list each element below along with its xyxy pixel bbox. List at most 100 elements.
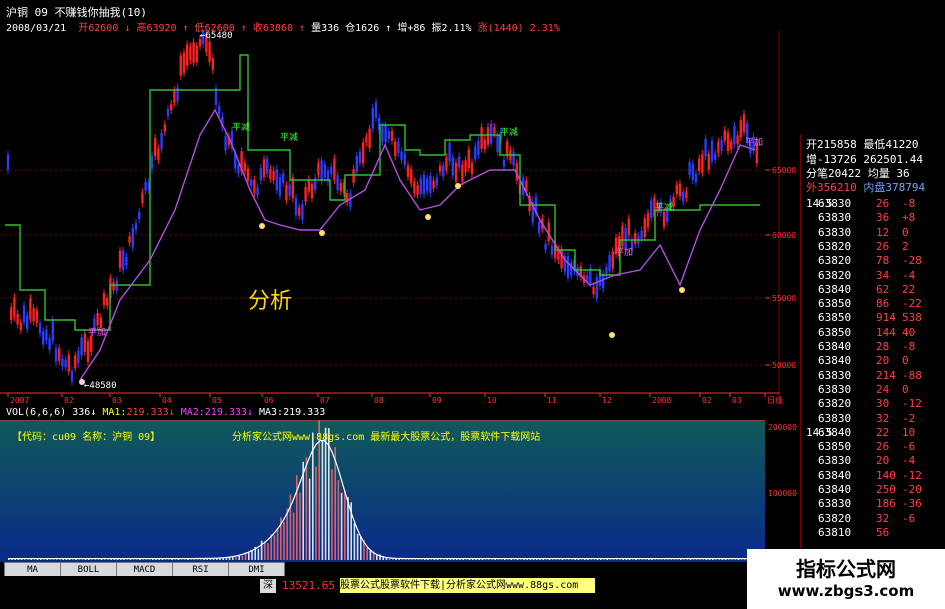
tick-volume: 28	[876, 340, 890, 353]
tick-change: -22	[902, 297, 922, 311]
ticker-marquee[interactable]: 股票公式股票软件下载|分析家公式网www.88gs.com	[340, 578, 595, 593]
candle-body	[739, 120, 742, 138]
window-title: 沪铜 09 不赚钱你抽我(10)	[6, 6, 147, 19]
index-value: 13521.65	[282, 579, 335, 592]
open-label: 开	[78, 23, 89, 34]
candle-body	[48, 338, 51, 350]
tick-row: 63830 20 -4	[806, 454, 918, 468]
candle-body	[269, 169, 272, 179]
low-marker: ←48580	[84, 381, 117, 391]
tick-volume: 30	[876, 397, 890, 411]
tick-row: 63830 186 -36	[806, 497, 922, 511]
tick-price: 63840	[818, 282, 852, 296]
volume-bar	[257, 548, 260, 560]
signal-label: 平减	[232, 121, 250, 133]
signal-dot	[609, 332, 615, 338]
candle-body	[141, 192, 144, 204]
volume-bar	[270, 534, 272, 560]
signal-dot	[425, 214, 431, 220]
candle-body	[250, 179, 253, 187]
tick-price: 63840	[818, 483, 852, 496]
volume-bar	[356, 533, 359, 560]
signal-label: 平减	[655, 201, 673, 213]
oi-value: 1626	[355, 23, 380, 34]
tick-price: 63830	[818, 497, 852, 511]
candle-body	[246, 168, 250, 182]
tick-row: 63840 20 0	[806, 354, 918, 368]
signal-dot	[319, 230, 325, 236]
x-tick-label: 日线	[767, 395, 783, 405]
x-tick-label: 08	[374, 396, 384, 405]
candle-body	[726, 132, 730, 151]
candle-body	[470, 162, 474, 175]
candle-body	[6, 154, 10, 170]
tick-price: 63830	[818, 197, 852, 210]
tick-volume: 86	[876, 297, 890, 311]
candle-body	[646, 213, 650, 228]
y-tick-label: 50000	[772, 361, 796, 370]
candle-body	[256, 187, 259, 195]
candle-body	[157, 148, 160, 161]
tick-row: 63820 30 -12	[806, 397, 922, 411]
volume-bar	[238, 555, 240, 560]
arrow-down-icon: ↓	[90, 407, 97, 418]
watermark-text: 分析	[248, 289, 293, 314]
arrow-down-icon: ↓	[124, 23, 131, 34]
volume-indicator-row: VOL(6,6,6) 336↓ MA1:219.333↓ MA2:219.333…	[6, 407, 325, 418]
candle-body	[16, 313, 19, 325]
tick-change: -12	[902, 397, 922, 411]
arrow-up-icon: ↑	[240, 23, 247, 34]
x-tick-label: 05	[212, 396, 222, 405]
candle-body	[400, 151, 403, 160]
tick-change: -4	[902, 454, 916, 468]
volume-bar	[248, 552, 250, 560]
price-chart[interactable]: 平加平减平加平减平减平加平减←65480←48580	[0, 30, 780, 405]
volume-bar	[305, 457, 308, 560]
volume-y-label: 100000	[768, 489, 797, 498]
tick-row: 14:5 63840 22 10	[806, 426, 918, 440]
tick-price: 63820	[818, 397, 852, 411]
tick-price: 63820	[818, 239, 852, 253]
tick-volume: 20	[876, 354, 890, 368]
tick-row: 63840 140 -12	[806, 468, 922, 483]
candle-body	[451, 157, 454, 176]
candle-body	[733, 125, 736, 145]
candle-body	[358, 151, 362, 163]
x-tick-label: 06	[264, 396, 274, 405]
ma1-label: MA1:	[102, 407, 127, 418]
candle-body	[374, 102, 378, 118]
volume-bar	[292, 512, 295, 560]
candle-body	[621, 226, 624, 247]
candle-body	[166, 108, 170, 117]
logo-title: 指标公式网	[796, 557, 896, 581]
close-label: 收	[252, 23, 263, 34]
candle-body	[480, 127, 483, 149]
tick-volume: 26	[876, 197, 890, 210]
x-tick-label: 02	[702, 396, 712, 405]
tick-change: -8	[902, 197, 916, 210]
open-value: 62600	[88, 23, 119, 34]
candle-body	[208, 41, 211, 62]
volume-bar	[315, 466, 317, 560]
rise-label: 涨	[477, 23, 488, 34]
volume-bar	[360, 536, 362, 560]
tick-volume: 56	[876, 525, 890, 539]
signal-label: 平加	[615, 247, 633, 258]
tick-volume: 140	[876, 468, 896, 482]
candle-body	[592, 286, 595, 295]
candle-body	[214, 88, 218, 105]
tick-volume: 24	[876, 382, 890, 396]
candle-body	[278, 177, 282, 196]
tick-change: 0	[902, 354, 909, 368]
tick-price: 63850	[818, 311, 852, 325]
tick-row: 63820 78 -28	[806, 254, 922, 268]
candle-body	[387, 131, 390, 140]
tick-volume: 250	[876, 483, 896, 496]
tick-volume: 62	[876, 282, 890, 296]
candle-body	[237, 164, 240, 174]
candle-body	[266, 159, 269, 174]
candle-body	[51, 319, 54, 341]
candle-body	[99, 317, 102, 328]
volume-value: 336	[321, 23, 340, 34]
x-tick-label: 11	[547, 396, 557, 405]
